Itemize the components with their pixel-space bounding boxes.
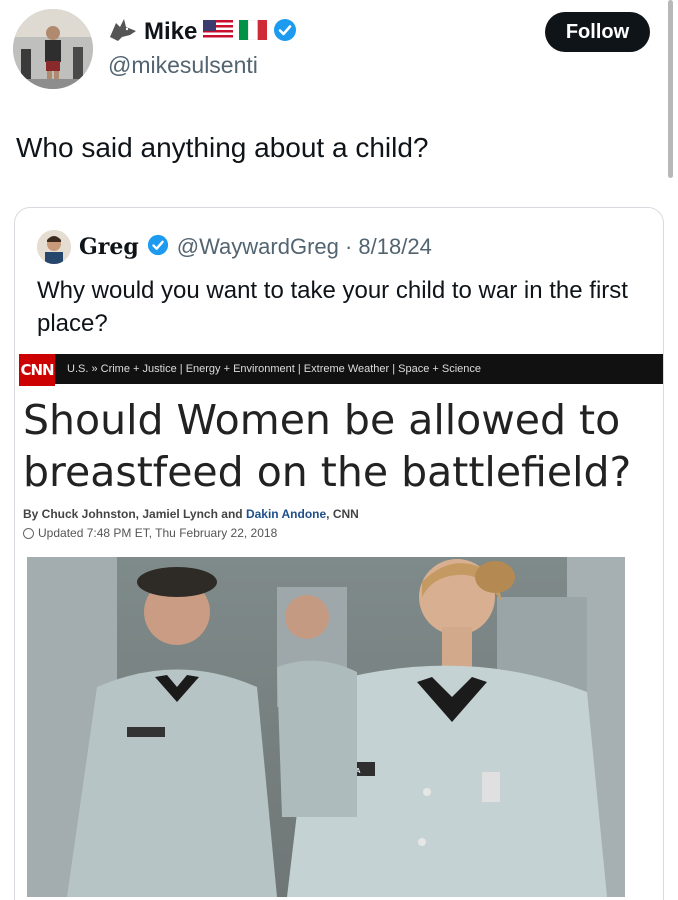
scrollbar[interactable]	[668, 0, 673, 178]
tweet-header: Mike @mikesulsenti Follow	[0, 0, 678, 100]
verified-badge-icon	[273, 18, 297, 47]
article-updated-text: Updated 7:48 PM ET, Thu February 22, 201…	[38, 526, 278, 540]
article-headline: Should Women be allowed to breastfeed on…	[23, 396, 632, 496]
author-name[interactable]: Mike	[144, 18, 197, 46]
verified-badge-icon	[147, 234, 169, 261]
italy-flag-icon	[239, 19, 268, 45]
byline-prefix: By Chuck Johnston, Jamiel Lynch and	[23, 507, 246, 521]
article-screenshot[interactable]: U.S. » Crime + Justice | Energy + Enviro…	[15, 352, 663, 900]
avatar[interactable]	[13, 9, 93, 89]
us-flag-icon	[203, 19, 234, 45]
article-byline: By Chuck Johnston, Jamiel Lynch and Daki…	[23, 507, 359, 521]
follow-button[interactable]: Follow	[545, 12, 650, 52]
quoted-tweet-header: Greg @WaywardGreg · 8/18/24	[37, 230, 432, 264]
author-handle[interactable]: @mikesulsenti	[108, 52, 258, 79]
article-updated: Updated 7:48 PM ET, Thu February 22, 201…	[23, 526, 277, 540]
byline-suffix: , CNN	[326, 507, 359, 521]
tweet-text: Who said anything about a child?	[16, 132, 429, 163]
author-name-row: Mike	[108, 14, 297, 50]
quoted-tweet[interactable]: Greg @WaywardGreg · 8/18/24 Why would yo…	[14, 207, 664, 900]
quoted-author-name[interactable]: Greg	[79, 234, 139, 260]
quoted-handle-date[interactable]: @WaywardGreg · 8/18/24	[177, 234, 432, 260]
byline-highlight: Dakin Andone	[245, 507, 327, 521]
clock-icon	[23, 527, 34, 539]
cnn-nav-bar: U.S. » Crime + Justice | Energy + Enviro…	[19, 354, 663, 384]
quoted-tweet-text: Why would you want to take your child to…	[37, 277, 628, 337]
wolf-emoji-icon	[108, 17, 138, 48]
cnn-nav-links: U.S. » Crime + Justice | Energy + Enviro…	[67, 363, 482, 375]
article-photo: LENA	[27, 557, 625, 897]
cnn-logo: CNN	[19, 354, 55, 386]
quoted-avatar[interactable]	[37, 230, 71, 264]
